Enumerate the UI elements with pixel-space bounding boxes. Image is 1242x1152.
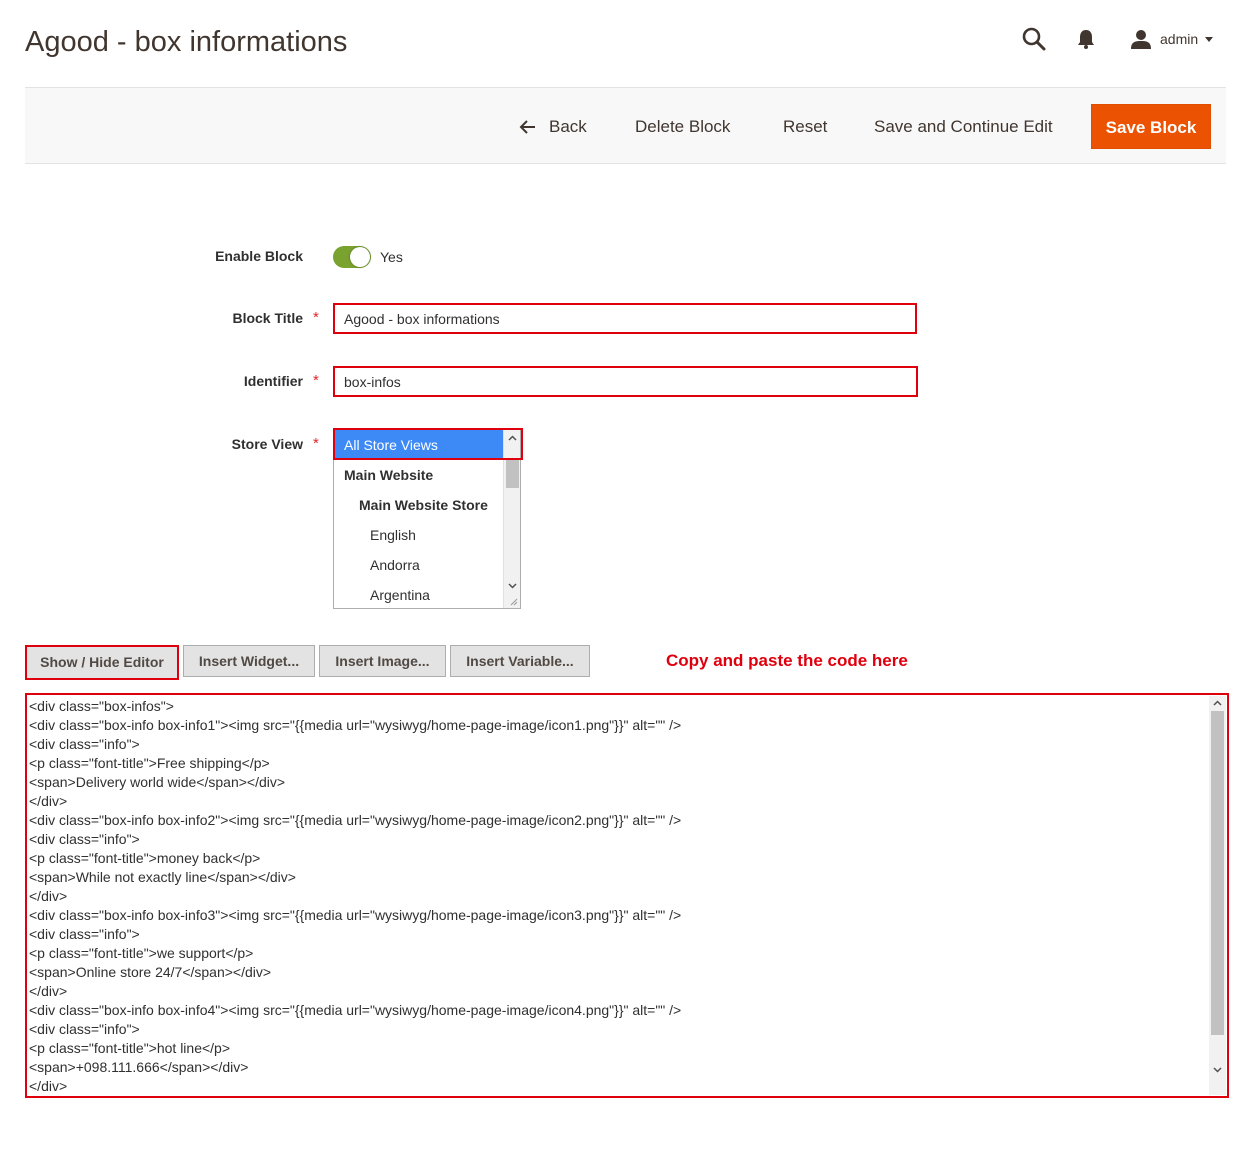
- save-block-button[interactable]: Save Block: [1091, 104, 1211, 149]
- content-scrollbar[interactable]: [1209, 696, 1226, 1095]
- bell-icon[interactable]: [1075, 28, 1097, 50]
- content-line: <div class="box-info box-info1"><img src…: [29, 717, 682, 733]
- content-line: </div>: [29, 1078, 68, 1094]
- insert-variable-button[interactable]: Insert Variable...: [450, 645, 590, 677]
- block-title-input[interactable]: [333, 303, 917, 334]
- content-line: <span>Online store 24/7</span></div>: [29, 964, 272, 980]
- user-icon: [1131, 30, 1151, 49]
- content-line: <div class="box-infos">: [29, 698, 174, 714]
- scroll-down-icon[interactable]: [507, 580, 518, 591]
- arrow-left-icon: [519, 119, 535, 134]
- save-and-continue-button[interactable]: Save and Continue Edit: [874, 104, 1053, 149]
- enable-block-label: Enable Block: [215, 248, 303, 264]
- user-menu[interactable]: admin: [1130, 27, 1214, 51]
- content-line: <div class="box-info box-info2"><img src…: [29, 812, 682, 828]
- store-option-english[interactable]: English: [334, 520, 504, 550]
- page-actions-bar: Back Delete Block Reset Save and Continu…: [25, 87, 1226, 164]
- required-marker: *: [313, 309, 319, 326]
- show-hide-editor-button[interactable]: Show / Hide Editor: [25, 645, 179, 680]
- toggle-knob: [350, 247, 370, 267]
- content-line: <p class="font-title">money back</p>: [29, 850, 261, 866]
- identifier-input[interactable]: [333, 366, 918, 397]
- enable-block-value: Yes: [380, 249, 403, 265]
- scroll-thumb[interactable]: [1211, 711, 1224, 1035]
- content-line: <div class="info">: [29, 1021, 140, 1037]
- content-text: <div class="box-infos"> <div class="box-i…: [29, 697, 1207, 1096]
- insert-widget-button[interactable]: Insert Widget...: [183, 645, 315, 677]
- content-line: <p class="font-title">hot line</p>: [29, 1040, 231, 1056]
- content-line: </div>: [29, 983, 68, 999]
- identifier-label: Identifier: [243, 373, 303, 389]
- content-line: </div>: [29, 793, 68, 809]
- store-option-main-website[interactable]: Main Website: [334, 460, 504, 490]
- delete-block-button[interactable]: Delete Block: [635, 104, 730, 149]
- content-line: <div class="box-info box-info4"><img src…: [29, 1002, 682, 1018]
- content-line: </div>: [29, 888, 68, 904]
- reset-button[interactable]: Reset: [783, 104, 827, 149]
- insert-image-button[interactable]: Insert Image...: [319, 645, 446, 677]
- store-view-multiselect[interactable]: All Store Views Main Website Main Websit…: [333, 429, 521, 609]
- scroll-up-icon[interactable]: [507, 433, 518, 444]
- content-line: <p class="font-title">we support</p>: [29, 945, 254, 961]
- content-line: <span>Delivery world wide</span></div>: [29, 774, 286, 790]
- chevron-down-icon: [1205, 36, 1214, 42]
- store-option-main-website-store[interactable]: Main Website Store: [334, 490, 504, 520]
- back-button[interactable]: Back: [519, 104, 587, 149]
- content-line: <span>+098.111.666</span></div>: [29, 1059, 249, 1075]
- required-marker: *: [313, 372, 319, 389]
- user-name: admin: [1160, 31, 1199, 47]
- scroll-thumb[interactable]: [506, 460, 519, 488]
- store-view-label: Store View: [231, 436, 303, 452]
- annotation-text: Copy and paste the code here: [666, 651, 908, 670]
- block-title-label: Block Title: [232, 310, 303, 326]
- store-option-all-store-views[interactable]: All Store Views: [334, 430, 504, 460]
- content-textarea[interactable]: <div class="box-infos"> <div class="box-i…: [25, 693, 1229, 1098]
- content-line: <div class="info">: [29, 926, 140, 942]
- content-line: <div class="info">: [29, 831, 140, 847]
- content-line: <p class="font-title">Free shipping</p>: [29, 755, 270, 771]
- store-option-andorra[interactable]: Andorra: [334, 550, 504, 580]
- resize-grip-icon[interactable]: [510, 598, 518, 606]
- page-title: Agood - box informations: [25, 26, 348, 58]
- required-marker: *: [313, 435, 319, 452]
- store-view-scrollbar[interactable]: [503, 430, 520, 608]
- content-line: <div class="info">: [29, 736, 140, 752]
- search-icon[interactable]: [1021, 26, 1047, 52]
- scroll-down-icon[interactable]: [1212, 1064, 1223, 1075]
- enable-block-toggle[interactable]: [333, 246, 371, 268]
- scroll-up-icon[interactable]: [1212, 698, 1223, 709]
- back-button-label: Back: [549, 117, 587, 136]
- content-line: <span>While not exactly line</span></div…: [29, 869, 296, 885]
- store-option-argentina[interactable]: Argentina: [334, 580, 504, 608]
- content-line: <div class="box-info box-info3"><img src…: [29, 907, 682, 923]
